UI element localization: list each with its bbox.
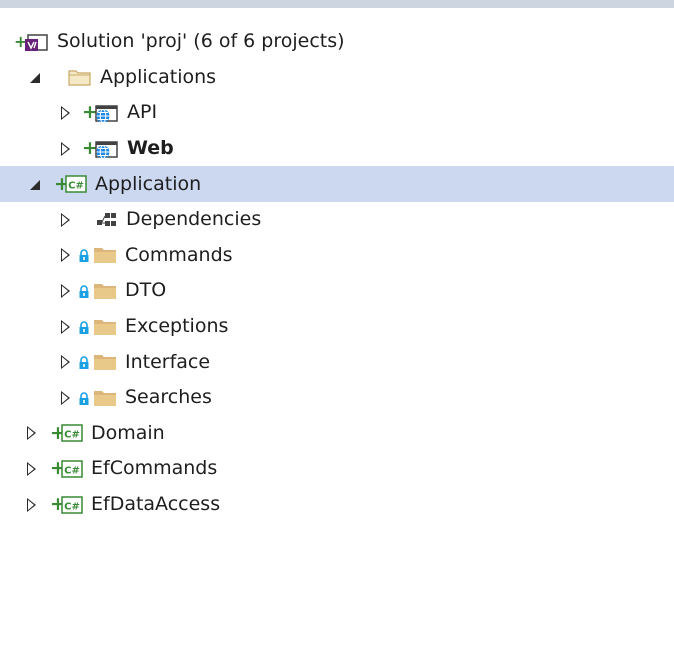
pending-add-icon: + [50,493,66,516]
folder-icon [93,353,117,371]
collapsed-arrow-icon[interactable] [58,139,72,159]
solution-folder-icon [68,68,92,86]
folder-icon [93,389,117,407]
svg-text:C#: C# [68,181,84,192]
collapsed-arrow-icon[interactable] [58,352,72,372]
lock-icon [78,248,90,263]
collapsed-arrow-icon[interactable] [58,317,72,337]
tree-item-applications-folder[interactable]: Applications [0,60,674,96]
tree-item-label: Applications [100,65,217,88]
collapsed-arrow-icon[interactable] [58,103,72,123]
folder-icon [93,246,117,264]
collapsed-arrow-icon[interactable] [24,459,38,479]
tree-item-dto-folder[interactable]: DTO [0,273,674,309]
folder-icon [93,318,117,336]
collapsed-arrow-icon[interactable] [58,388,72,408]
svg-text:C#: C# [64,430,80,441]
web-project-icon [93,103,119,123]
tree-item-label: Exceptions [125,315,229,338]
solution-explorer-tree[interactable]: + Solution 'proj' (6 of 6 projects) Appl… [0,24,674,522]
lock-icon [78,355,90,370]
tree-item-efdataaccess-project[interactable]: + C# EfDataAccess [0,487,674,523]
tree-item-label: Searches [125,386,212,409]
tree-item-label: EfCommands [91,457,218,480]
csharp-project-icon: C# [61,423,83,443]
pending-add-icon: + [82,137,98,160]
pending-add-icon: + [50,457,66,480]
tree-item-label: Solution 'proj' (6 of 6 projects) [57,30,345,53]
tree-item-label: API [127,101,158,124]
pending-add-icon: + [14,31,28,51]
expanded-arrow-icon[interactable] [28,174,42,194]
lock-icon [78,391,90,405]
folder-icon [93,282,117,300]
tree-item-commands-folder[interactable]: Commands [0,238,674,274]
svg-text:C#: C# [64,465,80,476]
tree-item-label: Application [95,172,202,195]
tree-item-dependencies[interactable]: Dependencies [0,202,674,238]
web-project-icon [93,139,119,159]
expanded-arrow-icon[interactable] [28,67,42,87]
pending-add-icon: + [54,172,70,195]
pending-add-icon: + [82,101,98,124]
tree-item-api-project[interactable]: + API [0,95,674,131]
tree-item-exceptions-folder[interactable]: Exceptions [0,309,674,345]
tree-item-interface-folder[interactable]: Interface [0,344,674,380]
tree-item-domain-project[interactable]: + C# Domain [0,416,674,452]
lock-icon [78,320,90,334]
tree-item-label: Interface [125,350,211,373]
csharp-project-icon: C# [65,174,87,194]
collapsed-arrow-icon[interactable] [58,210,72,230]
collapsed-arrow-icon[interactable] [58,245,72,265]
tree-item-web-project[interactable]: + Web [0,131,674,167]
collapsed-arrow-icon[interactable] [24,495,38,515]
collapsed-arrow-icon[interactable] [24,423,38,443]
svg-text:C#: C# [64,501,80,512]
tree-item-searches-folder[interactable]: Searches [0,380,674,416]
tree-item-efcommands-project[interactable]: + C# EfCommands [0,451,674,487]
tree-item-label: DTO [125,279,167,302]
csharp-project-icon: C# [61,459,83,479]
tree-item-label: Web [127,137,174,160]
dependencies-icon [96,211,118,229]
tree-item-application-project[interactable]: + C# Application [0,166,674,202]
tree-item-solution[interactable]: + Solution 'proj' (6 of 6 projects) [0,24,674,60]
vs-solution-icon [25,32,49,52]
lock-icon [78,284,90,298]
panel-top-border [0,0,674,8]
csharp-project-icon: C# [61,495,83,515]
tree-item-label: Domain [91,421,165,444]
pending-add-icon: + [50,421,66,444]
tree-item-label: Dependencies [126,208,262,231]
tree-item-label: EfDataAccess [91,493,221,516]
tree-item-label: Commands [125,243,233,266]
collapsed-arrow-icon[interactable] [58,281,72,301]
